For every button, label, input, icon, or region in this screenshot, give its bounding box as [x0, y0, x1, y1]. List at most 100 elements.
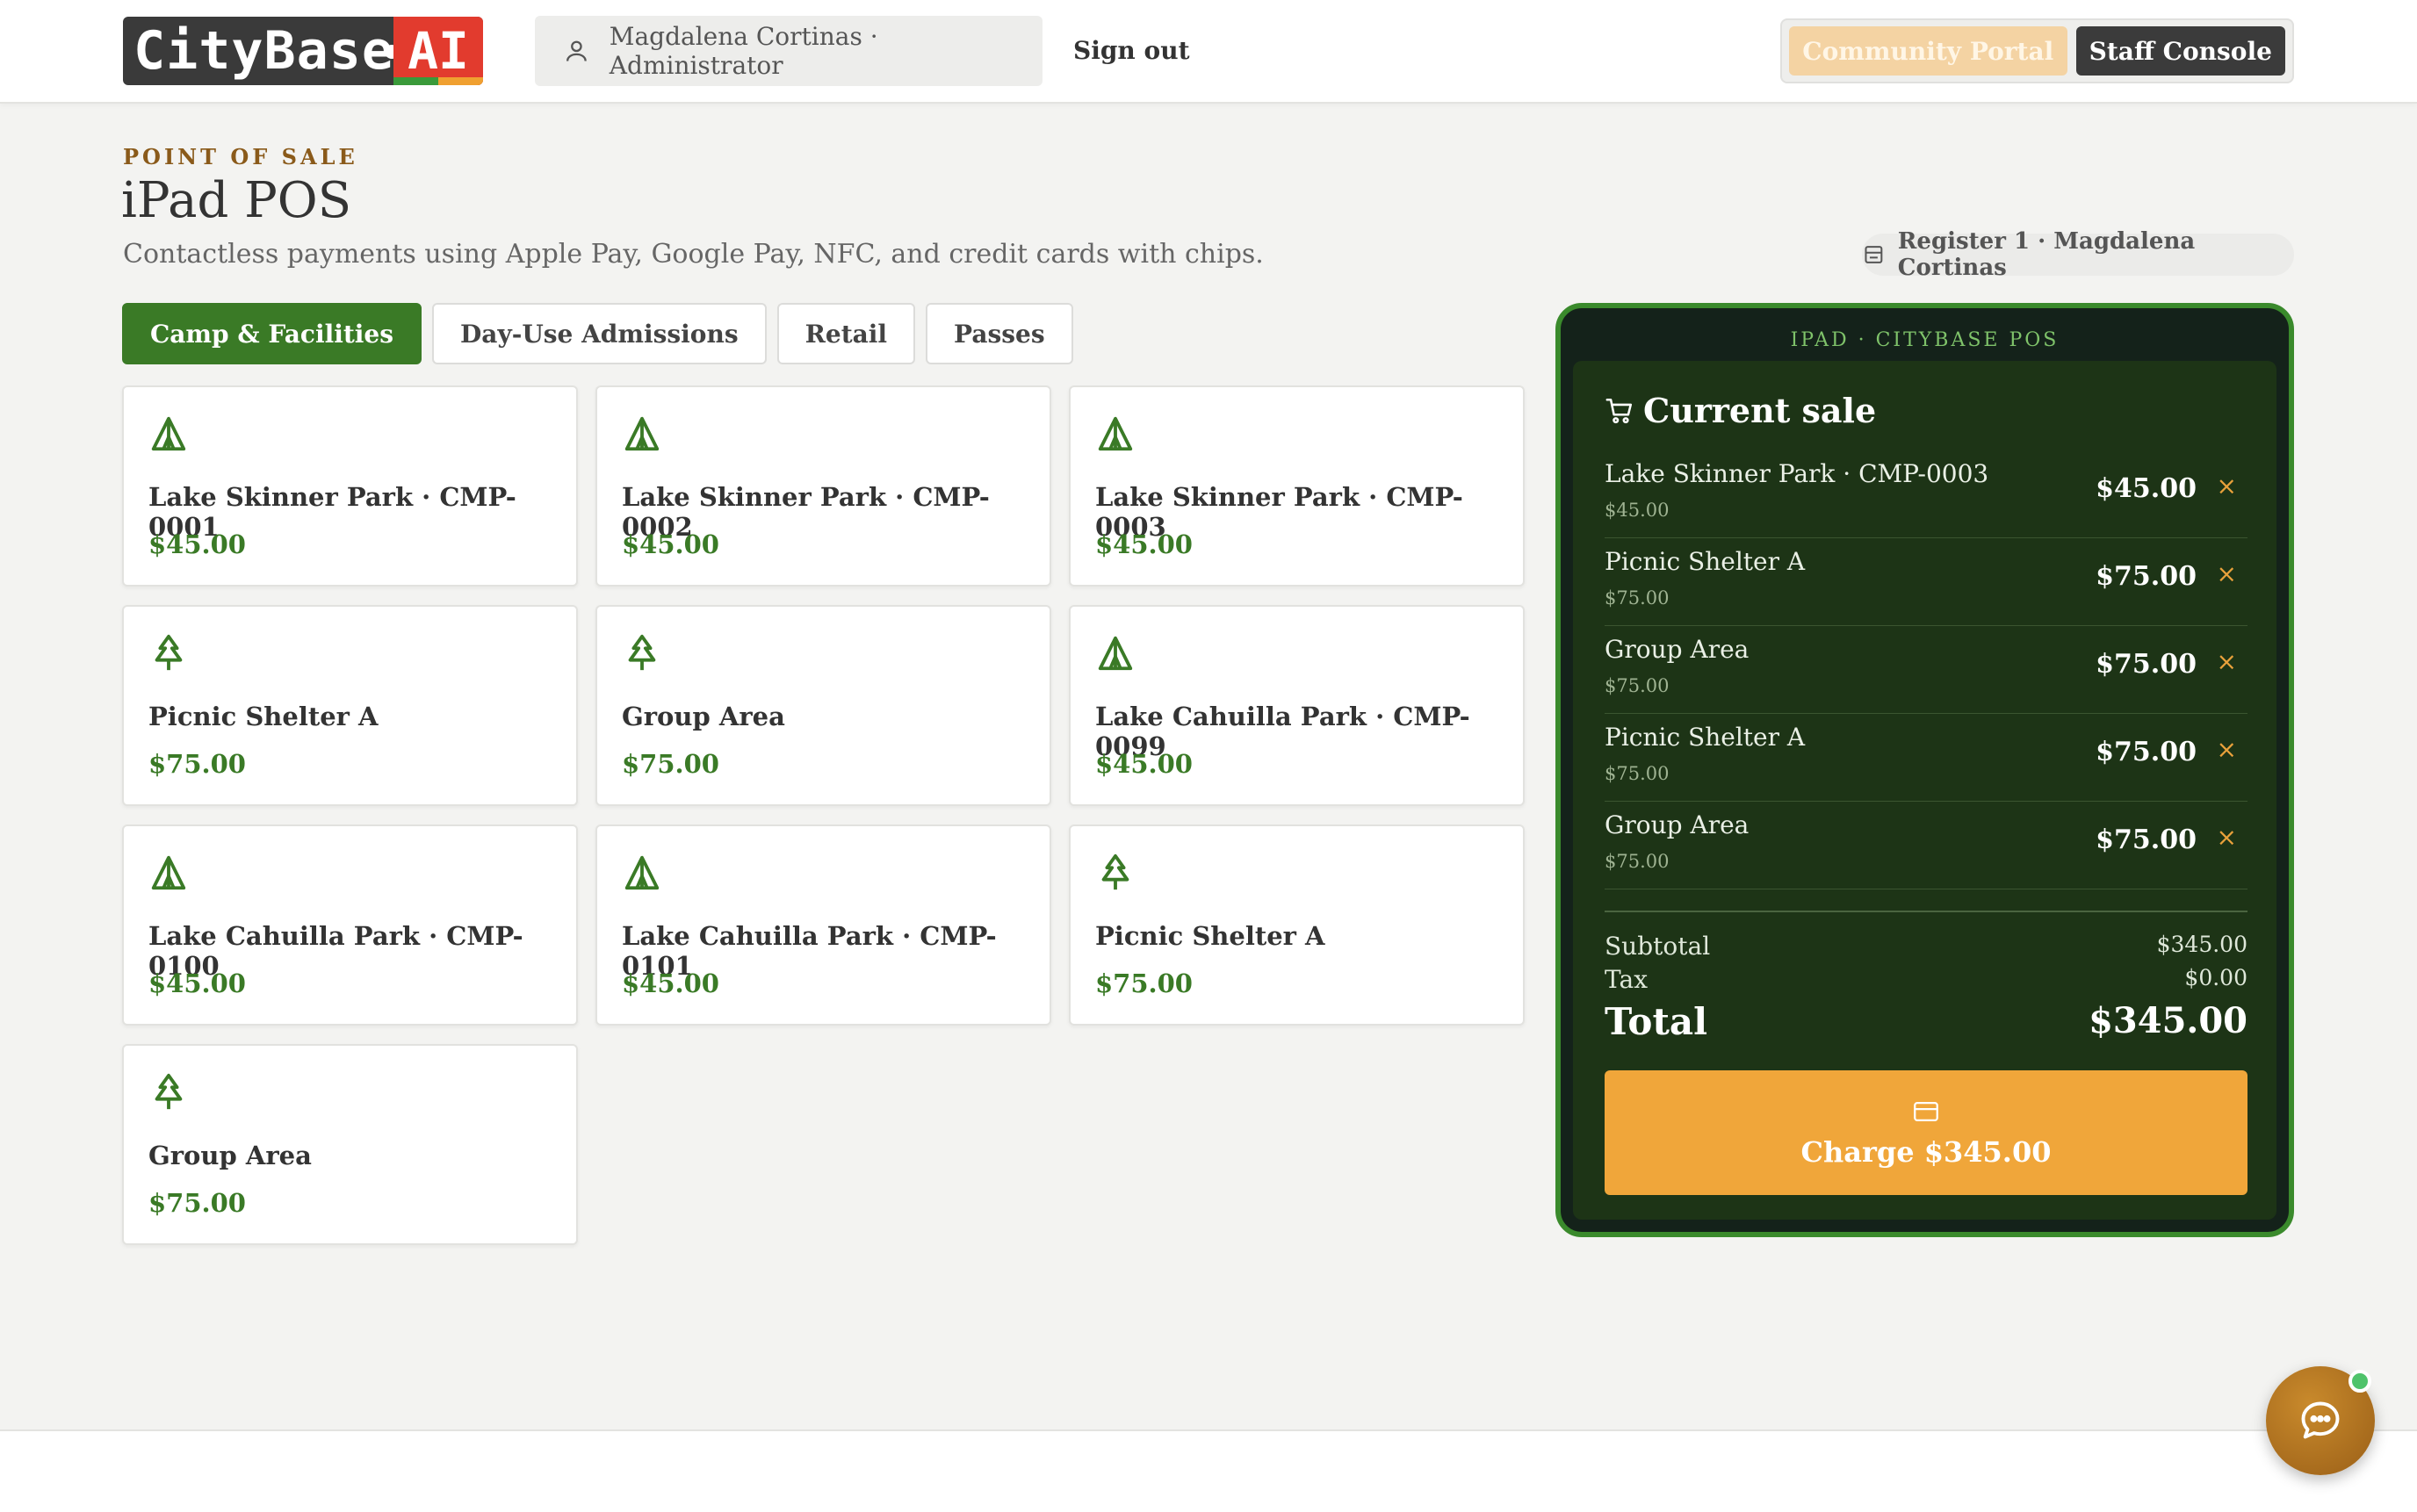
- register-label: Register 1 · Magdalena Cortinas: [1897, 228, 2196, 281]
- logo-ai-badge: AI: [393, 17, 483, 85]
- tent-icon: [151, 855, 186, 890]
- line-item-amount: $75.00: [2096, 824, 2197, 855]
- page-subtitle: Contactless payments using Apple Pay, Go…: [123, 239, 1264, 270]
- sale-panel: Current sale Lake Skinner Park · CMP-000…: [1573, 361, 2276, 1220]
- total-value: $345.00: [2089, 1000, 2247, 1041]
- line-item-unit-price: $45.00: [1605, 500, 1670, 521]
- citybase-logo[interactable]: CityBase AI: [123, 17, 483, 85]
- line-item-unit-price: $75.00: [1605, 587, 1670, 608]
- product-price: $75.00: [1095, 968, 1193, 998]
- category-tabs: Camp & Facilities Day-Use Admissions Ret…: [122, 303, 1073, 364]
- tree-icon: [155, 1073, 183, 1110]
- subtotal-value: $345.00: [2156, 932, 2247, 957]
- subtotal-row: Subtotal $345.00: [1605, 932, 2247, 961]
- staff-console-button[interactable]: Staff Console: [2075, 26, 2285, 76]
- device-label: IPAD · CITYBASE POS: [1790, 329, 2060, 351]
- line-item-unit-price: $75.00: [1605, 851, 1670, 872]
- portal-switch: Community Portal Staff Console: [1780, 18, 2294, 83]
- tree-icon: [155, 634, 183, 671]
- tax-value: $0.00: [2184, 965, 2247, 990]
- sign-out-link[interactable]: Sign out: [1073, 32, 1190, 70]
- page-footer: [0, 1429, 2417, 1512]
- product-grid: Lake Skinner Park · CMP-0001 $45.00 Lake…: [122, 385, 1525, 1245]
- product-price: $75.00: [622, 749, 719, 779]
- community-portal-button[interactable]: Community Portal: [1789, 26, 2067, 76]
- user-icon: [566, 40, 587, 61]
- line-item-name: Picnic Shelter A: [1605, 547, 1806, 576]
- cart-icon: [1605, 398, 1633, 423]
- product-card[interactable]: Group Area $75.00: [122, 1044, 578, 1245]
- remove-item-button[interactable]: ×: [2217, 472, 2237, 500]
- sale-line-item: Group Area $75.00 $75.00 ×: [1605, 802, 2247, 889]
- subtotal-label: Subtotal: [1605, 932, 1711, 961]
- user-chip[interactable]: Magdalena Cortinas · Administrator: [535, 16, 1043, 86]
- product-card[interactable]: Lake Skinner Park · CMP-0001 $45.00: [122, 385, 578, 587]
- tab-camp-facilities[interactable]: Camp & Facilities: [122, 303, 422, 364]
- product-price: $45.00: [148, 529, 246, 559]
- product-card[interactable]: Group Area $75.00: [595, 605, 1051, 806]
- sale-line-items: Lake Skinner Park · CMP-0003 $45.00 $45.…: [1605, 450, 2247, 889]
- tab-day-use-admissions[interactable]: Day-Use Admissions: [432, 303, 767, 364]
- tent-icon: [624, 855, 660, 890]
- page-title: iPad POS: [121, 172, 352, 229]
- line-item-name: Group Area: [1605, 810, 1750, 839]
- charge-label: Charge $345.00: [1800, 1135, 2052, 1169]
- product-name: Group Area: [622, 702, 785, 731]
- user-name: Magdalena Cortinas · Administrator: [609, 22, 878, 80]
- product-card[interactable]: Lake Skinner Park · CMP-0003 $45.00: [1069, 385, 1525, 587]
- line-item-name: Picnic Shelter A: [1605, 723, 1806, 752]
- line-item-amount: $75.00: [2096, 561, 2197, 592]
- product-card[interactable]: Lake Cahuilla Park · CMP-0100 $45.00: [122, 824, 578, 1026]
- product-name: Picnic Shelter A: [148, 702, 379, 731]
- product-card[interactable]: Lake Cahuilla Park · CMP-0099 $45.00: [1069, 605, 1525, 806]
- product-price: $45.00: [622, 529, 719, 559]
- product-name: Group Area: [148, 1141, 312, 1170]
- tab-passes[interactable]: Passes: [926, 303, 1073, 364]
- total-label: Total: [1605, 1000, 1708, 1043]
- line-item-name: Lake Skinner Park · CMP-0003: [1605, 459, 1989, 488]
- product-card[interactable]: Lake Skinner Park · CMP-0002 $45.00: [595, 385, 1051, 587]
- page-eyebrow: POINT OF SALE: [123, 144, 358, 169]
- tree-icon: [628, 634, 656, 671]
- chat-bubble-icon: [2301, 1401, 2340, 1439]
- tent-icon: [1098, 416, 1133, 451]
- sale-heading: Current sale: [1605, 391, 1876, 430]
- remove-item-button[interactable]: ×: [2217, 823, 2237, 852]
- product-card[interactable]: Picnic Shelter A $75.00: [1069, 824, 1525, 1026]
- totals-divider: [1605, 911, 2247, 912]
- sale-line-item: Lake Skinner Park · CMP-0003 $45.00 $45.…: [1605, 450, 2247, 538]
- product-price: $45.00: [622, 968, 719, 998]
- sale-line-item: Group Area $75.00 $75.00 ×: [1605, 626, 2247, 714]
- product-card[interactable]: Lake Cahuilla Park · CMP-0101 $45.00: [595, 824, 1051, 1026]
- charge-button[interactable]: Charge $345.00: [1605, 1070, 2247, 1195]
- line-item-name: Group Area: [1605, 635, 1750, 664]
- product-card[interactable]: Picnic Shelter A $75.00: [122, 605, 578, 806]
- line-item-amount: $75.00: [2096, 737, 2197, 767]
- line-item-unit-price: $75.00: [1605, 675, 1670, 696]
- online-status-dot: [2348, 1370, 2371, 1393]
- tax-label: Tax: [1605, 965, 1648, 994]
- product-price: $45.00: [1095, 749, 1193, 779]
- tent-icon: [151, 416, 186, 451]
- tent-icon: [1098, 636, 1133, 671]
- sale-title: Current sale: [1643, 391, 1877, 430]
- credit-card-icon: [1914, 1101, 1938, 1122]
- product-name: Picnic Shelter A: [1095, 921, 1325, 951]
- product-price: $45.00: [1095, 529, 1193, 559]
- remove-item-button[interactable]: ×: [2217, 735, 2237, 764]
- product-price: $75.00: [148, 1188, 246, 1218]
- tree-icon: [1101, 853, 1129, 890]
- product-price: $75.00: [148, 749, 246, 779]
- tax-row: Tax $0.00: [1605, 965, 2247, 994]
- sale-line-item: Picnic Shelter A $75.00 $75.00 ×: [1605, 538, 2247, 626]
- remove-item-button[interactable]: ×: [2217, 559, 2237, 588]
- product-price: $45.00: [148, 968, 246, 998]
- tab-retail[interactable]: Retail: [776, 303, 916, 364]
- line-item-amount: $45.00: [2096, 473, 2197, 504]
- tent-icon: [624, 416, 660, 451]
- ipad-frame: IPAD · CITYBASE POS Current sale Lake Sk…: [1555, 303, 2294, 1237]
- line-item-unit-price: $75.00: [1605, 763, 1670, 784]
- remove-item-button[interactable]: ×: [2217, 647, 2237, 676]
- total-row: Total $345.00: [1605, 1000, 2247, 1043]
- top-bar: CityBase AI Magdalena Cortinas · Adminis…: [0, 0, 2417, 104]
